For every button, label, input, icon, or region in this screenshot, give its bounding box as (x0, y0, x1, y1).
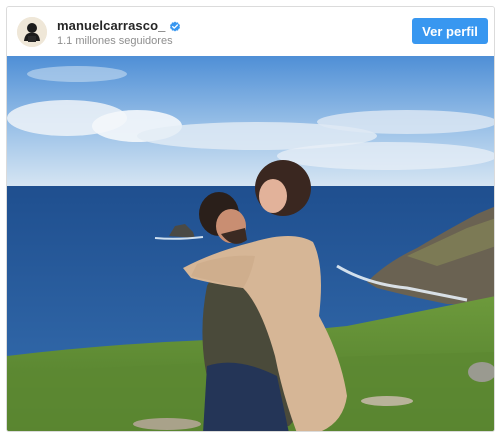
username-row: manuelcarrasco_ (57, 18, 181, 33)
verified-badge-icon (169, 20, 181, 32)
view-profile-button[interactable]: Ver perfil (412, 18, 488, 44)
avatar-icon (17, 17, 47, 47)
followers-count: 1.1 millones seguidores (57, 35, 173, 47)
instagram-embed-card: manuelcarrasco_ 1.1 millones seguidores … (6, 6, 495, 432)
post-photo[interactable] (7, 56, 494, 431)
couple-embracing-by-sea-photo (7, 56, 494, 431)
profile-avatar[interactable] (17, 17, 47, 47)
post-header: manuelcarrasco_ 1.1 millones seguidores … (7, 7, 494, 57)
username-link[interactable]: manuelcarrasco_ (57, 18, 165, 33)
